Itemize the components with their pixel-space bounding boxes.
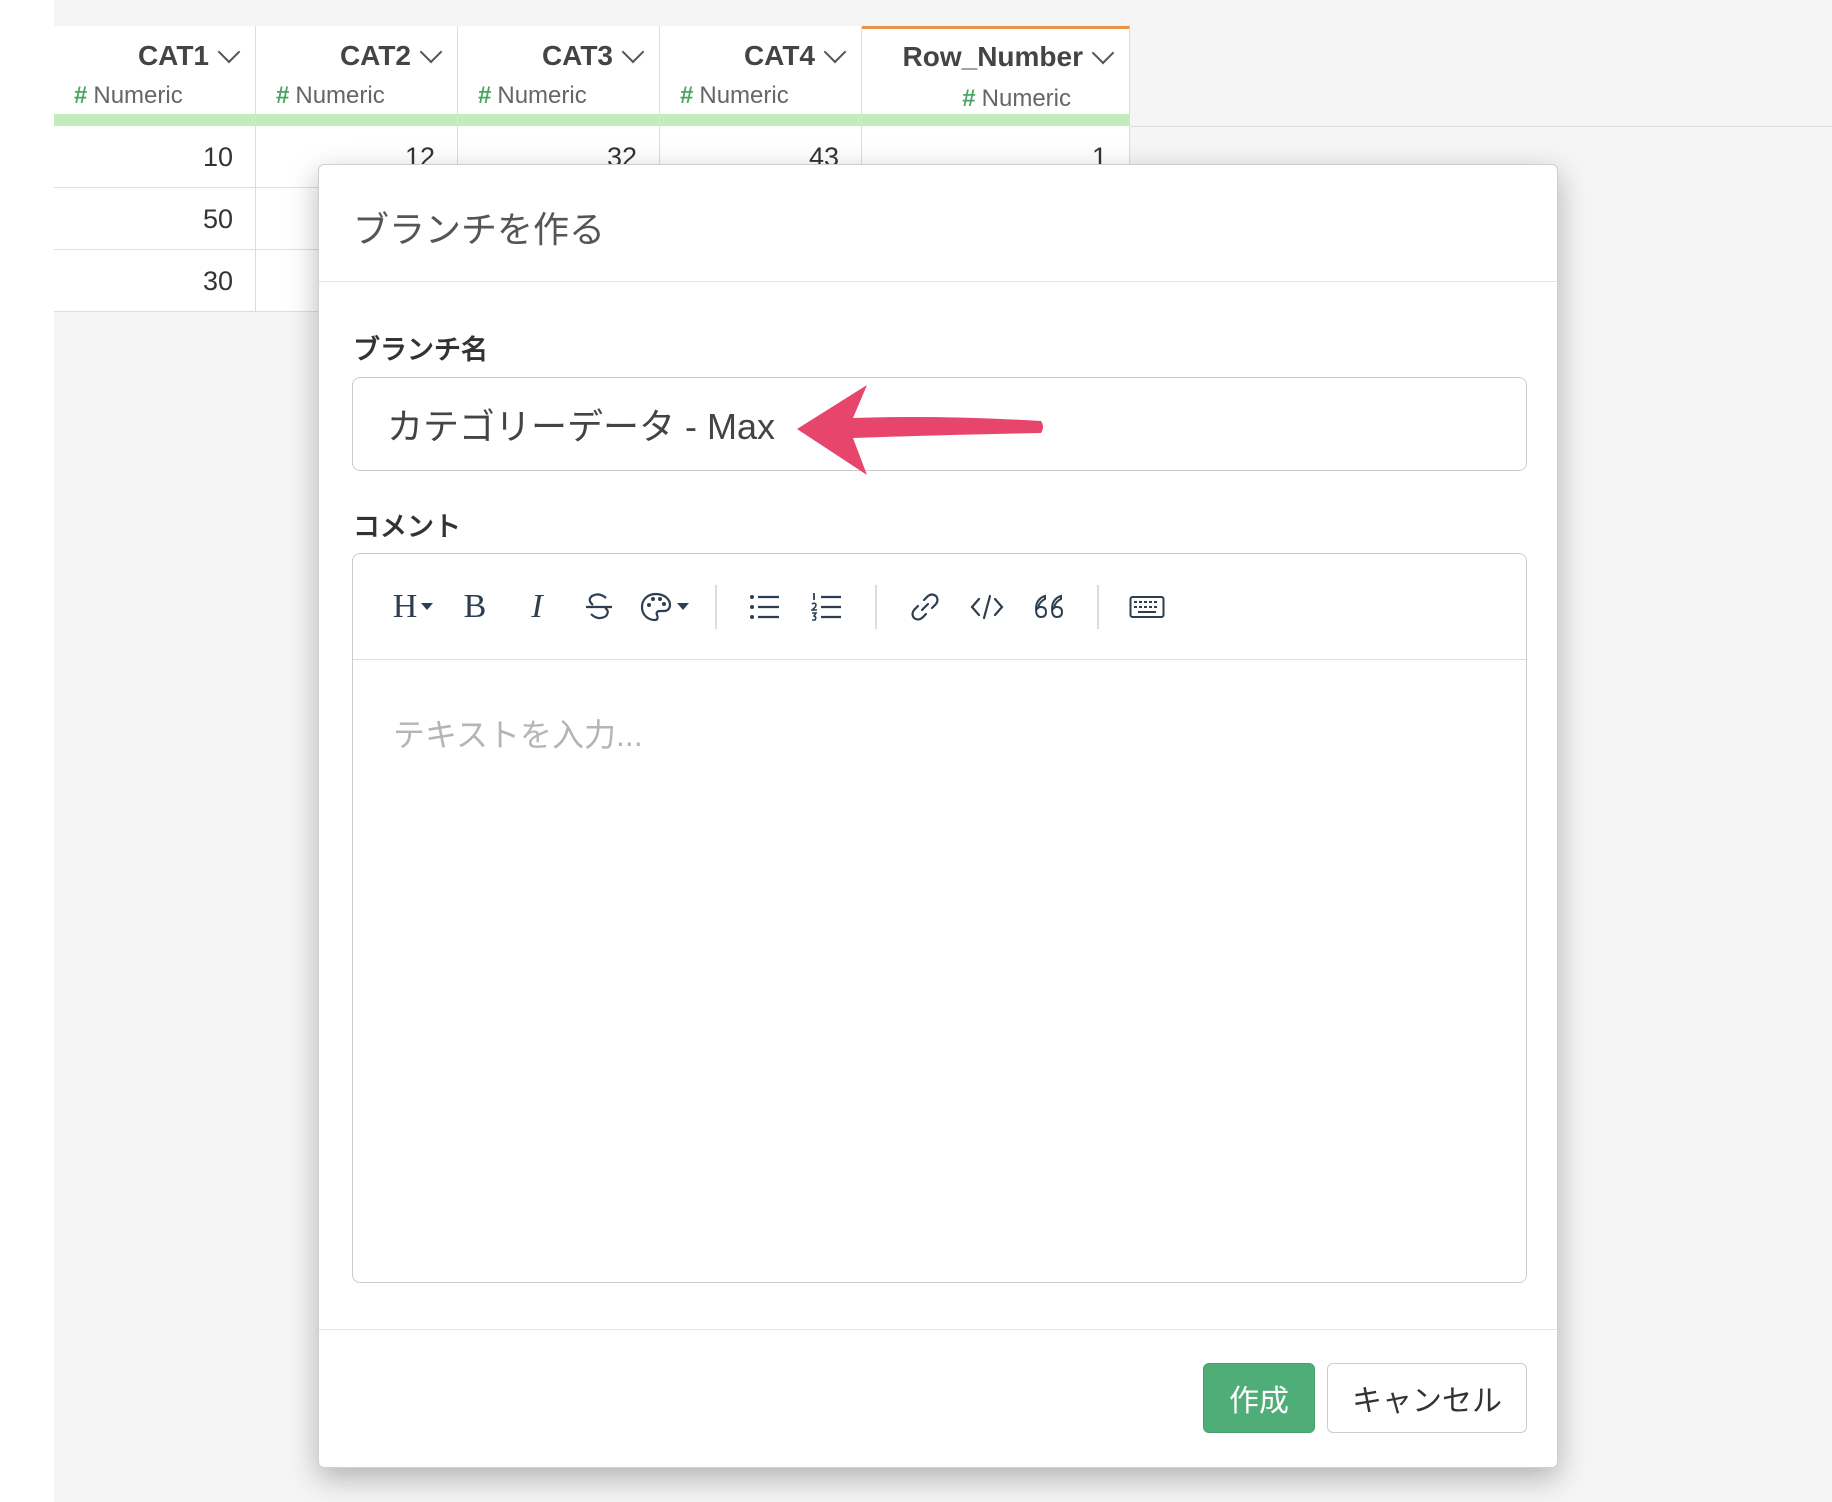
dialog-footer: 作成 キャンセル xyxy=(319,1329,1557,1467)
column-type-bar xyxy=(660,114,861,126)
table-cell[interactable]: 10 xyxy=(54,126,256,188)
quote-glyph xyxy=(1034,594,1064,618)
italic-icon[interactable]: I xyxy=(515,582,559,632)
numeric-type-icon: # xyxy=(478,82,492,109)
comment-label: コメント xyxy=(353,512,461,542)
column-type-bar xyxy=(458,114,659,126)
column-name: CAT3 xyxy=(541,40,613,71)
column-type: # Numeric xyxy=(962,85,1071,113)
strikethrough-glyph xyxy=(586,592,612,619)
chevron-down-icon[interactable] xyxy=(419,40,443,64)
comment-placeholder: テキストを入力... xyxy=(393,717,643,753)
numbered-list-icon[interactable] xyxy=(805,582,849,632)
comment-editor: H B I テキストを入力... xyxy=(352,553,1527,1283)
create-button[interactable]: 作成 xyxy=(1203,1363,1315,1433)
keyboard-icon[interactable] xyxy=(1125,582,1169,632)
column-name: CAT1 xyxy=(137,40,209,71)
numeric-type-icon: # xyxy=(680,82,694,109)
column-header-cat1[interactable]: CAT1 # Numeric xyxy=(54,26,256,126)
column-name: CAT2 xyxy=(339,40,411,71)
dialog-title: ブランチを作る xyxy=(353,209,606,250)
bold-label: B xyxy=(463,587,487,625)
caret-down-icon xyxy=(677,603,689,610)
chevron-down-icon[interactable] xyxy=(217,40,241,64)
chevron-down-icon[interactable] xyxy=(823,40,847,64)
dialog-header: ブランチを作る xyxy=(319,165,1557,282)
bullet-list-icon[interactable] xyxy=(743,582,787,632)
numbered-list-glyph xyxy=(811,592,841,621)
strikethrough-icon[interactable] xyxy=(577,582,621,632)
column-type-label: Numeric xyxy=(497,82,587,109)
column-type-bar xyxy=(54,114,255,126)
keyboard-glyph xyxy=(1129,595,1165,618)
bullet-list-glyph xyxy=(750,594,779,619)
cancel-button[interactable]: キャンセル xyxy=(1327,1363,1527,1433)
table-cell[interactable]: 50 xyxy=(54,188,256,250)
column-header-cat2[interactable]: CAT2 # Numeric xyxy=(256,26,458,126)
palette-icon[interactable] xyxy=(639,582,689,632)
numeric-type-icon: # xyxy=(276,82,290,109)
comment-textarea[interactable]: テキストを入力... xyxy=(353,660,1526,1282)
column-header-cat3[interactable]: CAT3 # Numeric xyxy=(458,26,660,126)
branch-name-label: ブランチ名 xyxy=(353,335,488,365)
code-icon[interactable] xyxy=(965,582,1009,632)
toolbar-divider xyxy=(1097,584,1099,629)
caret-down-icon xyxy=(421,603,434,610)
toolbar-divider xyxy=(875,584,877,629)
quote-icon[interactable] xyxy=(1027,582,1071,632)
toolbar-divider xyxy=(715,584,717,629)
link-glyph xyxy=(911,592,939,621)
heading-label: H xyxy=(392,587,418,625)
numeric-type-icon: # xyxy=(74,82,88,109)
heading-icon[interactable]: H xyxy=(391,582,435,632)
annotation-arrow xyxy=(797,385,1043,475)
create-branch-dialog: ブランチを作る ブランチ名 コメント H B I xyxy=(318,164,1558,1468)
chevron-down-icon[interactable] xyxy=(621,40,645,64)
column-type-bar xyxy=(256,114,457,126)
grid-header-row: CAT1 # Numeric CAT2 # Numeric CAT3 # Num… xyxy=(54,26,1130,126)
column-header-cat4[interactable]: CAT4 # Numeric xyxy=(660,26,862,126)
column-type: # Numeric xyxy=(478,82,587,110)
column-name: Row_Number xyxy=(902,41,1083,72)
link-icon[interactable] xyxy=(903,582,947,632)
code-glyph xyxy=(970,594,1004,619)
bold-icon[interactable]: B xyxy=(453,582,497,632)
column-type-label: Numeric xyxy=(699,82,789,109)
column-type: # Numeric xyxy=(74,82,183,110)
column-type-label: Numeric xyxy=(295,82,385,109)
column-name: CAT4 xyxy=(743,40,815,71)
column-type-label: Numeric xyxy=(981,85,1071,112)
column-type-bar xyxy=(862,114,1129,126)
header-filler xyxy=(1131,26,1832,127)
column-type: # Numeric xyxy=(276,82,385,110)
column-type: # Numeric xyxy=(680,82,789,110)
editor-toolbar: H B I xyxy=(353,554,1526,660)
page: CAT1 # Numeric CAT2 # Numeric CAT3 # Num… xyxy=(0,0,1832,1502)
palette-glyph xyxy=(640,592,672,621)
chevron-down-icon[interactable] xyxy=(1091,41,1115,65)
italic-label: I xyxy=(531,587,543,625)
numeric-type-icon: # xyxy=(962,85,976,112)
column-type-label: Numeric xyxy=(93,82,183,109)
table-cell[interactable]: 30 xyxy=(54,250,256,312)
column-header-row-number[interactable]: Row_Number # Numeric xyxy=(862,26,1130,126)
